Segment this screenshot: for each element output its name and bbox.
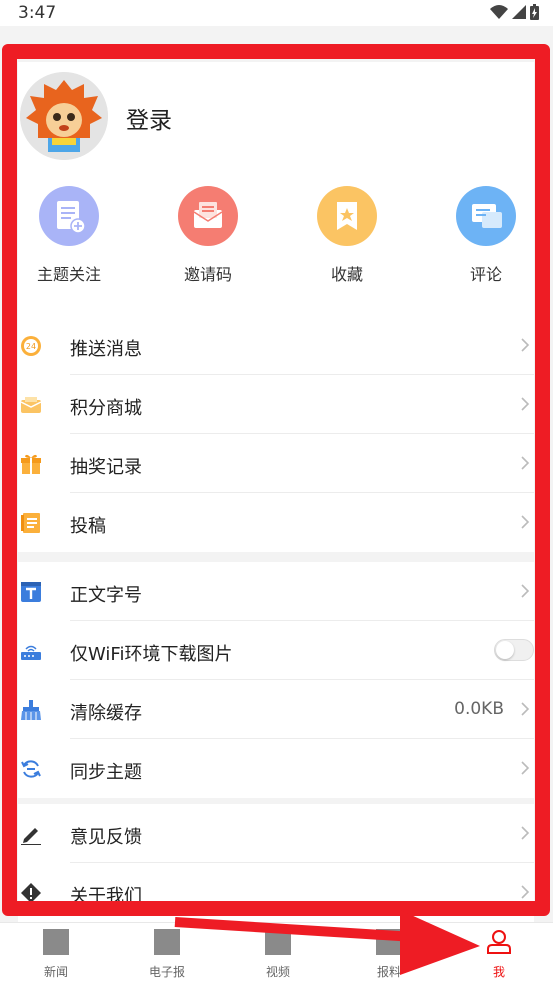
quick-action-label: 收藏	[330, 265, 363, 284]
quick-action-invite-code[interactable]: 邀请码	[163, 186, 253, 285]
wifi-router-icon	[21, 645, 41, 660]
menu-item-sync-theme[interactable]: 同步主题	[18, 739, 534, 798]
menu-item-label: 清除缓存	[70, 703, 142, 724]
bottom-tab-bar: 新闻 电子报 视频 报料 我	[0, 922, 553, 982]
menu-item-label: 同步主题	[70, 762, 142, 783]
chevron-right-icon	[521, 702, 530, 716]
quick-action-label: 评论	[469, 265, 502, 284]
menu-item-push-messages[interactable]: 24 推送消息	[18, 316, 534, 375]
document-icon	[21, 513, 40, 533]
pencil-icon	[21, 828, 41, 845]
quick-action-topic-follow[interactable]: 主题关注	[24, 186, 114, 285]
tab-news[interactable]: 新闻	[16, 929, 96, 980]
menu-item-about-us[interactable]: 关于我们	[18, 863, 534, 922]
tab-label: 视频	[265, 965, 290, 979]
broom-icon	[21, 700, 41, 720]
menu-item-label: 仅WiFi环境下载图片	[70, 644, 233, 665]
quick-action-label: 邀请码	[183, 265, 232, 284]
chevron-right-icon	[521, 584, 530, 598]
tab-report[interactable]: 报料	[349, 929, 429, 980]
profile-card: 登录 主题关注 邀请码 收藏 评论	[18, 62, 534, 336]
chevron-right-icon	[521, 338, 530, 352]
battery-icon	[530, 4, 539, 20]
profile-page: 登录 主题关注 邀请码 收藏 评论 24 推送消息 积分商城 抽奖记录 投稿 正…	[0, 26, 553, 922]
gift-icon	[21, 454, 41, 474]
menu-item-submission[interactable]: 投稿	[18, 493, 534, 552]
bookmark-star-icon	[317, 186, 377, 246]
tab-e-newspaper[interactable]: 电子报	[127, 929, 207, 980]
tab-label: 电子报	[148, 965, 185, 979]
tab-me[interactable]: 我	[459, 929, 539, 980]
push-24-icon: 24	[21, 336, 41, 356]
menu-item-label: 推送消息	[70, 339, 142, 360]
menu-item-feedback[interactable]: 意见反馈	[18, 804, 534, 863]
menu-item-label: 投稿	[70, 516, 106, 537]
menu-item-clear-cache[interactable]: 清除缓存 0.0KB	[18, 680, 534, 739]
wifi-icon	[490, 5, 508, 19]
chevron-right-icon	[521, 826, 530, 840]
chevron-right-icon	[521, 761, 530, 775]
menu-item-lottery-records[interactable]: 抽奖记录	[18, 434, 534, 493]
menu-item-label: 意见反馈	[70, 827, 142, 848]
font-size-icon	[21, 582, 41, 602]
avatar[interactable]	[20, 72, 108, 160]
status-time: 3:47	[18, 3, 57, 23]
quick-action-comments[interactable]: 评论	[441, 186, 531, 285]
chevron-right-icon	[521, 885, 530, 899]
sync-icon	[21, 760, 41, 778]
tab-label: 新闻	[43, 965, 68, 979]
status-icons	[490, 4, 539, 20]
menu-group-account: 24 推送消息 积分商城 抽奖记录 投稿	[18, 316, 534, 552]
chevron-right-icon	[521, 397, 530, 411]
e-newspaper-tab-icon	[154, 929, 180, 955]
mascot-avatar-icon	[20, 72, 108, 160]
topic-follow-icon	[39, 186, 99, 246]
menu-item-label: 正文字号	[70, 585, 142, 606]
menu-group-settings: 正文字号 仅WiFi环境下载图片 清除缓存 0.0KB 同步主题	[18, 562, 534, 798]
menu-item-label: 积分商城	[70, 398, 142, 419]
chevron-right-icon	[521, 515, 530, 529]
menu-item-wifi-only-images: 仅WiFi环境下载图片	[18, 621, 534, 680]
wifi-only-toggle[interactable]	[494, 639, 534, 661]
signal-icon	[512, 5, 526, 19]
info-diamond-icon	[21, 883, 41, 903]
report-tab-icon	[376, 929, 402, 955]
quick-action-favorites[interactable]: 收藏	[302, 186, 392, 285]
login-link[interactable]: 登录	[126, 101, 172, 135]
points-mall-icon	[20, 397, 42, 413]
tab-label: 我	[492, 965, 505, 979]
person-icon	[487, 930, 511, 954]
comment-icon	[456, 186, 516, 246]
invite-mail-icon	[178, 186, 238, 246]
chevron-right-icon	[521, 456, 530, 470]
menu-item-label: 关于我们	[70, 886, 142, 907]
svg-text:24: 24	[26, 342, 36, 351]
cache-size-value: 0.0KB	[454, 699, 504, 719]
menu-group-about: 意见反馈 关于我们	[18, 804, 534, 922]
video-tab-icon	[265, 929, 291, 955]
quick-action-label: 主题关注	[36, 265, 101, 284]
menu-item-label: 抽奖记录	[70, 457, 142, 478]
status-bar: 3:47	[0, 0, 553, 26]
menu-item-points-mall[interactable]: 积分商城	[18, 375, 534, 434]
tab-label: 报料	[376, 965, 401, 979]
tab-video[interactable]: 视频	[238, 929, 318, 980]
toggle-knob	[496, 641, 514, 659]
menu-item-font-size[interactable]: 正文字号	[18, 562, 534, 621]
news-tab-icon	[43, 929, 69, 955]
